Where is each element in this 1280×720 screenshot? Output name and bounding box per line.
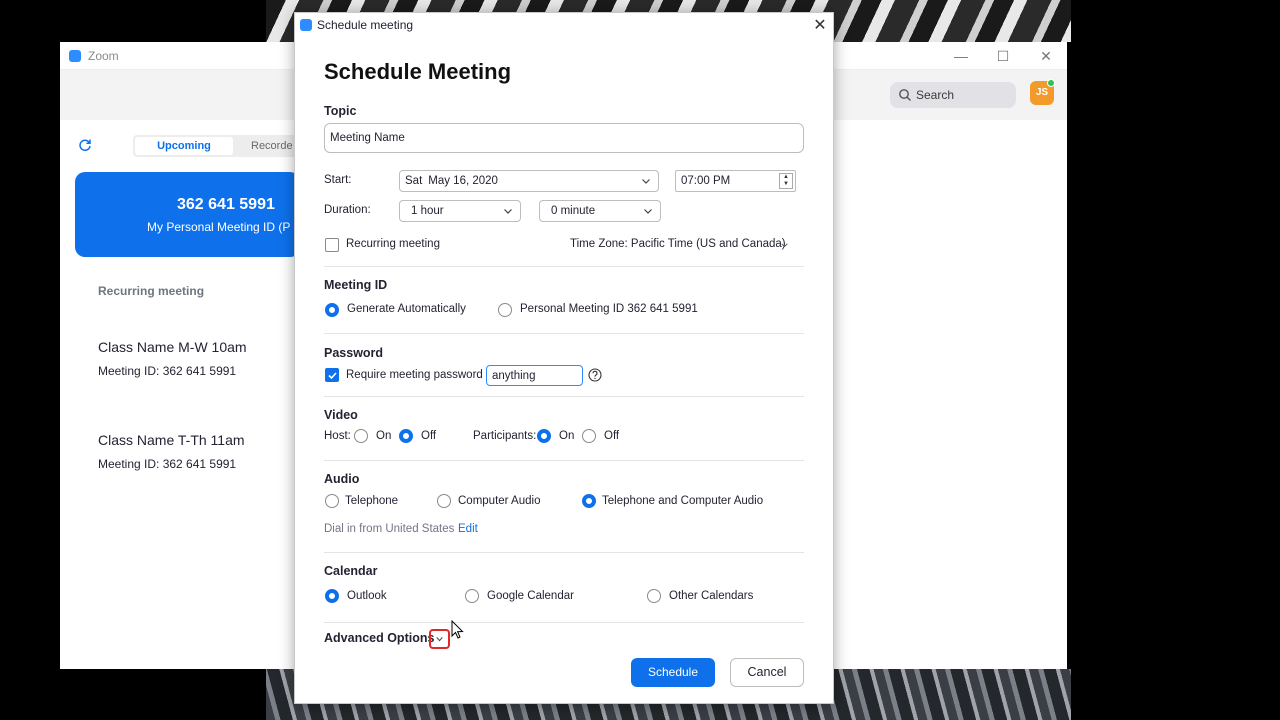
- list-item-title[interactable]: Class Name M-W 10am: [98, 339, 247, 355]
- host-off-label: Off: [421, 430, 437, 442]
- timezone-select[interactable]: Time Zone: Pacific Time (US and Canada): [570, 238, 786, 250]
- dialog-window-title: Schedule meeting: [317, 18, 414, 32]
- calendar-google-label: Google Calendar: [487, 590, 574, 602]
- edit-dial-in-link[interactable]: Edit: [458, 523, 478, 535]
- list-item-meeting-id: Meeting ID: 362 641 5991: [98, 457, 237, 471]
- personal-meeting-id-label: Personal Meeting ID 362 641 5991: [520, 303, 698, 315]
- calendar-outlook-label: Outlook: [347, 590, 387, 602]
- personal-meeting-id-card[interactable]: 362 641 5991 My Personal Meeting ID (P: [75, 172, 300, 257]
- audio-computer-label: Computer Audio: [458, 495, 541, 507]
- audio-telephone-radio[interactable]: [325, 494, 339, 508]
- dial-in-label: Dial in from United States: [324, 523, 455, 535]
- duration-hours-select[interactable]: 1 hour: [399, 200, 521, 222]
- password-input[interactable]: anything: [486, 365, 583, 386]
- divider: [324, 266, 804, 267]
- divider: [324, 622, 804, 623]
- password-label: Password: [324, 346, 384, 360]
- advanced-options-label[interactable]: Advanced Options: [324, 631, 434, 645]
- audio-label: Audio: [324, 472, 360, 486]
- duration-minutes-select[interactable]: 0 minute: [539, 200, 661, 222]
- start-time: 07:00 PM: [681, 175, 731, 187]
- dialog-close-icon[interactable]: ✕: [810, 15, 830, 35]
- divider: [324, 396, 804, 397]
- zoom-window-title: Zoom: [88, 49, 119, 63]
- list-section-title: Recurring meeting: [98, 284, 205, 298]
- pmi-label: My Personal Meeting ID (P: [147, 220, 291, 234]
- host-video-on-radio[interactable]: [354, 429, 368, 443]
- audio-both-label: Telephone and Computer Audio: [602, 495, 764, 507]
- minimize-icon[interactable]: —: [950, 46, 972, 66]
- checkmark-icon: [328, 372, 337, 380]
- calendar-label: Calendar: [324, 564, 378, 578]
- calendar-other-radio[interactable]: [647, 589, 661, 603]
- divider: [324, 333, 804, 334]
- participants-label: Participants:: [473, 430, 537, 442]
- dialog-titlebar: Schedule meeting ✕: [295, 13, 833, 39]
- topic-value: Meeting Name: [330, 132, 405, 144]
- host-label: Host:: [324, 430, 351, 442]
- mouse-cursor-icon: [451, 620, 464, 639]
- list-item-title[interactable]: Class Name T-Th 11am: [98, 432, 245, 448]
- recurring-label: Recurring meeting: [346, 238, 440, 250]
- calendar-other-label: Other Calendars: [669, 590, 754, 602]
- chevron-down-icon: [642, 179, 650, 184]
- generate-automatically-label: Generate Automatically: [347, 303, 466, 315]
- recurring-checkbox[interactable]: [325, 238, 339, 252]
- require-password-label: Require meeting password: [346, 369, 483, 381]
- zoom-logo-icon: [69, 50, 81, 62]
- topic-label: Topic: [324, 104, 357, 118]
- help-icon[interactable]: [588, 368, 602, 382]
- host-on-label: On: [376, 430, 392, 442]
- list-item-meeting-id: Meeting ID: 362 641 5991: [98, 364, 237, 378]
- search-icon: [899, 89, 911, 101]
- chevron-down-icon: [781, 243, 788, 248]
- meetings-tabs: Upcoming Recorde: [133, 135, 298, 157]
- calendar-outlook-radio[interactable]: [325, 589, 339, 603]
- schedule-meeting-dialog: Schedule meeting ✕ Schedule Meeting Topi…: [294, 12, 834, 704]
- cancel-button[interactable]: Cancel: [730, 658, 804, 687]
- tab-recorded[interactable]: Recorde: [251, 137, 293, 155]
- meeting-id-label: Meeting ID: [324, 278, 388, 292]
- require-password-checkbox[interactable]: [325, 368, 339, 382]
- video-label: Video: [324, 408, 358, 422]
- duration-minutes: 0 minute: [551, 205, 596, 217]
- chevron-down-icon: [644, 209, 652, 214]
- start-day: Sat: [405, 175, 423, 187]
- duration-label: Duration:: [324, 204, 371, 216]
- search-label: Search: [916, 88, 955, 102]
- search-input[interactable]: Search: [890, 82, 1016, 108]
- zoom-logo-icon: [300, 19, 312, 31]
- audio-both-radio[interactable]: [582, 494, 596, 508]
- tab-upcoming[interactable]: Upcoming: [135, 137, 233, 155]
- start-date: May 16, 2020: [428, 175, 498, 187]
- start-time-input[interactable]: 07:00 PM ▲ ▼: [675, 170, 796, 192]
- chevron-down-icon: [436, 637, 443, 642]
- host-video-off-radio[interactable]: [399, 429, 413, 443]
- generate-automatically-radio[interactable]: [325, 303, 339, 317]
- password-value: anything: [492, 369, 536, 382]
- time-spinner-icon[interactable]: ▲ ▼: [779, 173, 793, 189]
- personal-meeting-id-radio[interactable]: [498, 303, 512, 317]
- topic-input[interactable]: Meeting Name: [324, 123, 804, 153]
- duration-hours: 1 hour: [411, 205, 444, 217]
- maximize-icon[interactable]: ☐: [992, 46, 1014, 66]
- pmi-number: 362 641 5991: [177, 196, 275, 213]
- close-icon[interactable]: ✕: [1035, 46, 1057, 66]
- divider: [324, 552, 804, 553]
- audio-telephone-label: Telephone: [345, 495, 399, 507]
- participants-video-off-radio[interactable]: [582, 429, 596, 443]
- audio-computer-radio[interactable]: [437, 494, 451, 508]
- participants-on-label: On: [559, 430, 575, 442]
- online-status-icon: [1047, 79, 1055, 87]
- divider: [324, 460, 804, 461]
- participants-video-on-radio[interactable]: [537, 429, 551, 443]
- refresh-icon[interactable]: [78, 138, 92, 152]
- schedule-button[interactable]: Schedule: [631, 658, 715, 687]
- calendar-google-radio[interactable]: [465, 589, 479, 603]
- page-title: Schedule Meeting: [324, 59, 512, 84]
- start-label: Start:: [324, 174, 352, 186]
- chevron-down-icon: [504, 209, 512, 214]
- start-date-picker[interactable]: Sat May 16, 2020: [399, 170, 659, 192]
- participants-off-label: Off: [604, 430, 620, 442]
